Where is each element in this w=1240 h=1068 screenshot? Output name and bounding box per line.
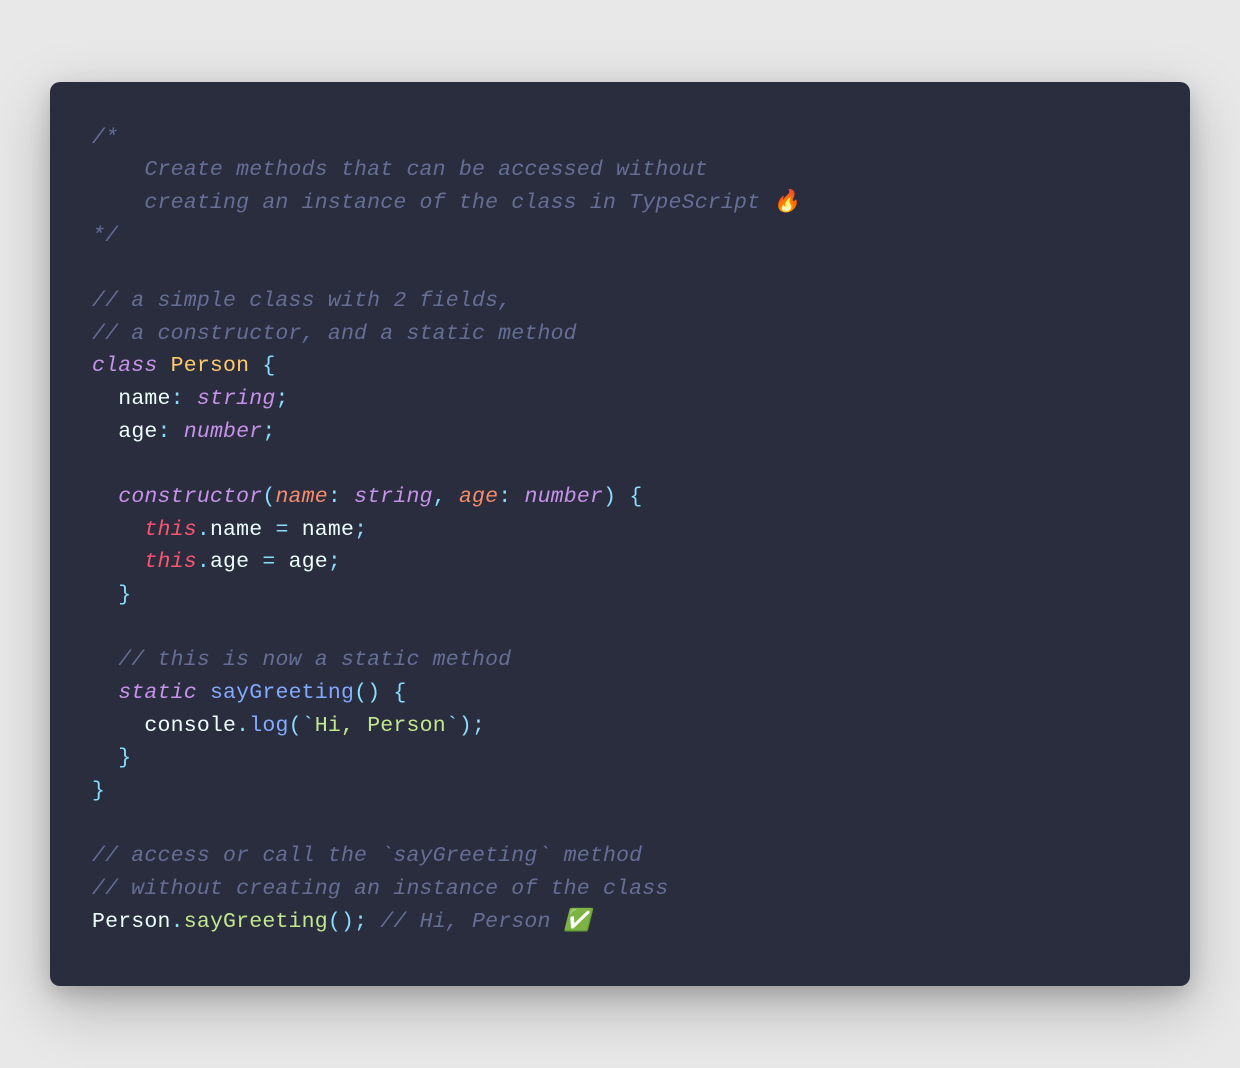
type: string (354, 485, 433, 509)
paren: ) (367, 681, 380, 705)
comma: , (433, 485, 446, 509)
string: Hi, Person (315, 714, 446, 738)
method-call: log (249, 714, 288, 738)
dot: . (197, 518, 210, 542)
line-comment: // access or call the `sayGreeting` meth… (92, 844, 642, 868)
keyword-this: this (144, 518, 196, 542)
paren: ( (354, 681, 367, 705)
semicolon: ; (262, 420, 275, 444)
keyword-static: static (118, 681, 197, 705)
dot: . (197, 550, 210, 574)
block-comment-line2: creating an instance of the class in Typ… (92, 191, 800, 215)
code-card: /* Create methods that can be accessed w… (50, 82, 1190, 987)
field-name: name (118, 387, 170, 411)
semicolon: ; (328, 550, 341, 574)
paren: ) (603, 485, 616, 509)
dot: . (171, 910, 184, 934)
property: name (210, 518, 262, 542)
type: number (524, 485, 603, 509)
object: console (144, 714, 236, 738)
paren: ) (459, 714, 472, 738)
type: number (184, 420, 263, 444)
keyword-class: class (92, 354, 158, 378)
type: string (197, 387, 276, 411)
equals: = (275, 518, 288, 542)
colon: : (328, 485, 341, 509)
paren: ( (262, 485, 275, 509)
colon: : (498, 485, 511, 509)
keyword-this: this (144, 550, 196, 574)
colon: : (158, 420, 171, 444)
param: age (459, 485, 498, 509)
brace: { (393, 681, 406, 705)
line-comment: // without creating an instance of the c… (92, 877, 669, 901)
line-comment: // a constructor, and a static method (92, 322, 577, 346)
semicolon: ; (472, 714, 485, 738)
block-comment-close: */ (92, 224, 118, 248)
brace: } (118, 746, 131, 770)
brace: { (262, 354, 275, 378)
dot: . (236, 714, 249, 738)
method-name: sayGreeting (210, 681, 354, 705)
semicolon: ; (354, 910, 367, 934)
equals: = (262, 550, 275, 574)
paren: ) (341, 910, 354, 934)
property: age (210, 550, 249, 574)
colon: : (171, 387, 184, 411)
code-block: /* Create methods that can be accessed w… (92, 122, 1148, 939)
brace: } (92, 779, 105, 803)
class-ref: Person (92, 910, 171, 934)
semicolon: ; (275, 387, 288, 411)
field-name: age (118, 420, 157, 444)
paren: ( (289, 714, 302, 738)
brace: { (629, 485, 642, 509)
variable: name (302, 518, 354, 542)
variable: age (289, 550, 328, 574)
semicolon: ; (354, 518, 367, 542)
backtick: ` (446, 714, 459, 738)
keyword-constructor: constructor (118, 485, 262, 509)
paren: ( (328, 910, 341, 934)
line-comment: // this is now a static method (118, 648, 511, 672)
param: name (275, 485, 327, 509)
line-comment: // a simple class with 2 fields, (92, 289, 511, 313)
class-name: Person (171, 354, 250, 378)
brace: } (118, 583, 131, 607)
block-comment-open: /* (92, 126, 118, 150)
line-comment: // Hi, Person ✅ (380, 910, 590, 934)
block-comment-line1: Create methods that can be accessed with… (92, 158, 708, 182)
method-call: sayGreeting (184, 910, 328, 934)
backtick: ` (302, 714, 315, 738)
